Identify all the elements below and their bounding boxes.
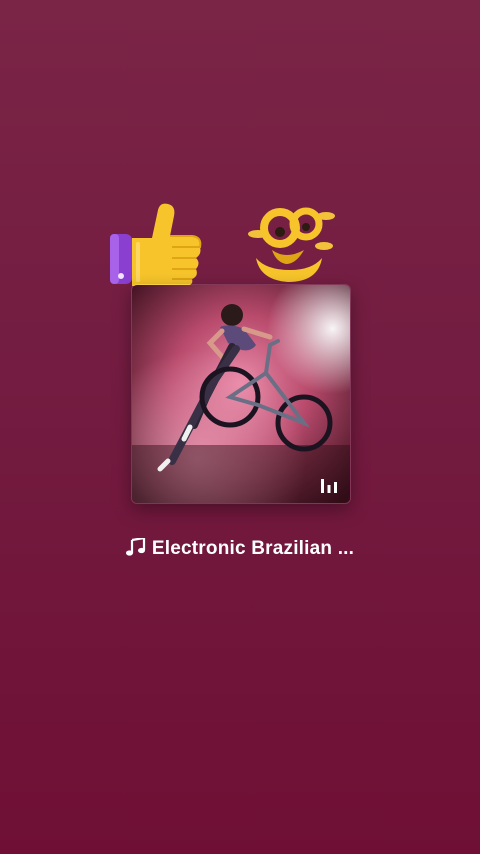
eyes-face-icon[interactable]	[246, 204, 336, 286]
album-cover[interactable]	[131, 284, 351, 504]
thumbs-up-icon[interactable]	[108, 200, 204, 286]
album-cover-image	[132, 285, 350, 503]
music-note-icon	[125, 536, 146, 560]
equalizer-icon	[321, 479, 337, 493]
track-title: Electronic Brazilian ...	[151, 538, 355, 559]
track-info[interactable]: Electronic Brazilian ...	[0, 536, 480, 560]
reaction-stickers	[100, 192, 340, 292]
